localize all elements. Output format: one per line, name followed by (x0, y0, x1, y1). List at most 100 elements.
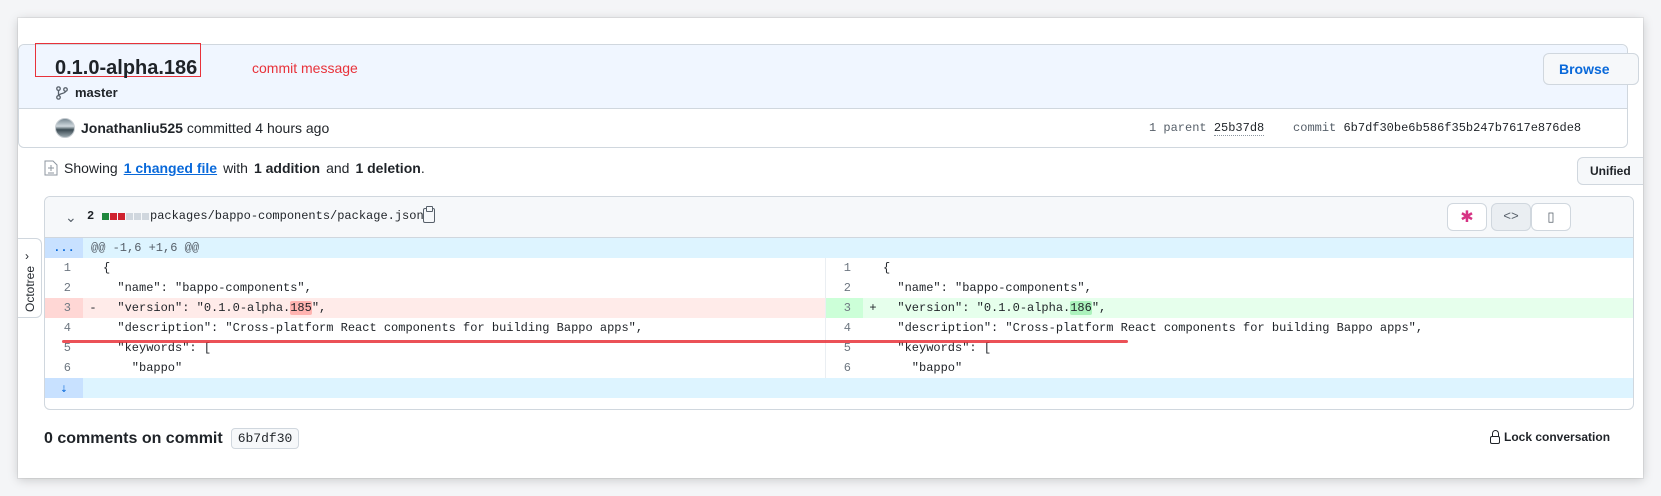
diff-summary: Showing 1 changed file with 1 addition a… (44, 160, 425, 176)
right-code-line: { (883, 261, 891, 275)
commit-meta: Jonathanliu525 committed 4 hours ago 1 p… (19, 109, 1627, 147)
code-text: "version": "0.1.0-alpha. (103, 301, 291, 315)
right-diff-sign (863, 278, 883, 298)
chevron-down-icon[interactable]: ⌄ (65, 209, 77, 226)
diff-row: 4 "description": "Cross-platform React c… (45, 318, 1633, 338)
commit-title-bar: 0.1.0-alpha.186 commit message master Br… (19, 43, 1639, 109)
left-line-number[interactable]: 6 (45, 358, 83, 378)
commit-sha-chip: 6b7df30 (230, 428, 300, 449)
file-diff: ⌄ 2 packages/bappo-components/package.js… (44, 196, 1634, 410)
diffstat-block (102, 213, 109, 220)
file-header: ⌄ 2 packages/bappo-components/package.js… (45, 197, 1633, 238)
change-count: 2 (87, 209, 95, 223)
branch-name: master (75, 85, 118, 100)
diffstat-block (126, 213, 133, 220)
right-diff-sign (863, 318, 883, 338)
left-code-line: { (103, 258, 826, 278)
left-code-line: "description": "Cross-platform React com… (103, 318, 826, 338)
left-line-number[interactable]: 4 (45, 318, 83, 338)
octotree-toggle[interactable]: › Octotree (18, 238, 42, 318)
comments-heading: 0 comments on commit 6b7df30 (44, 428, 300, 449)
right-diff-sign (863, 358, 883, 378)
lock-icon (1490, 429, 1500, 444)
showing-text: Showing (64, 160, 118, 176)
commit-header: 0.1.0-alpha.186 commit message master Br… (18, 43, 1639, 148)
right-code-line: "version": "0.1.0-alpha.186", (883, 298, 1633, 318)
parents-label: 1 parent (1149, 121, 1207, 135)
left-diff-sign (83, 318, 103, 338)
left-diff-sign (83, 258, 103, 278)
deleted-word: 185 (290, 301, 312, 315)
right-line-number[interactable]: 6 (825, 358, 863, 378)
unified-view-button[interactable]: Unified (1577, 157, 1643, 185)
right-diff-sign (863, 258, 883, 278)
browse-files-button[interactable]: Browse (1543, 53, 1639, 85)
annotation-underline (62, 340, 1128, 343)
lock-label: Lock conversation (1504, 430, 1611, 444)
period: . (420, 160, 425, 176)
code-view-button[interactable]: <> (1491, 203, 1531, 231)
octotree-label: Octotree (23, 265, 37, 312)
expand-down-row: ⇣ (45, 378, 1633, 398)
right-code-line: "bappo" (883, 361, 963, 375)
right-line-number[interactable]: 4 (825, 318, 863, 338)
expand-up-button[interactable]: ... (45, 238, 83, 258)
parent-sha-link[interactable]: 25b37d8 (1213, 121, 1265, 136)
expand-down-icon[interactable]: ⇣ (45, 378, 83, 398)
right-line-number[interactable]: 3 (825, 298, 863, 318)
code-text: ", (311, 301, 327, 315)
diff-row: 1{1{ (45, 258, 1633, 278)
right-code-line: "name": "bappo-components", (883, 281, 1092, 295)
left-code-line: "name": "bappo-components", (103, 278, 826, 298)
diff-row: 2 "name": "bappo-components", 2 "name": "… (45, 278, 1633, 298)
diff-row: 3- "version": "0.1.0-alpha.185", 3 + "vers… (45, 298, 1633, 318)
right-code-line: "description": "Cross-platform React com… (883, 321, 1424, 335)
commit-time: 4 hours ago (255, 120, 330, 136)
changed-files-link[interactable]: 1 changed file (124, 160, 217, 176)
commit-action: committed (186, 120, 252, 136)
lock-conversation-button[interactable]: Lock conversation (1490, 429, 1611, 444)
deletions-count: 1 deletion (355, 160, 421, 176)
author-line: Jonathanliu525 committed 4 hours ago (81, 120, 329, 136)
file-diff-icon (44, 160, 58, 176)
diffstat-blocks (102, 213, 149, 220)
annotation-label: commit message (252, 60, 358, 76)
left-diff-sign (83, 278, 103, 298)
diffstat-block (142, 213, 149, 220)
chevron-right-icon: › (25, 249, 29, 263)
commit-sha-info: 1 parent 25b37d8 commit 6b7df30be6b586f3… (1149, 121, 1582, 136)
hunk-header-row: ... @@ -1,6 +1,6 @@ (45, 238, 1633, 258)
added-word: 186 (1070, 301, 1092, 315)
right-line-number[interactable]: 2 (825, 278, 863, 298)
left-line-number[interactable]: 2 (45, 278, 83, 298)
and-text: and (326, 160, 350, 176)
comments-count-text: 0 comments on commit (44, 429, 223, 447)
diffstat-block (110, 213, 117, 220)
file-view-icon[interactable]: ▯ (1531, 203, 1571, 231)
diff-row: 6 "bappo" 6 "bappo" (45, 358, 1633, 378)
with-text: with (223, 160, 248, 176)
split-diff-table: ... @@ -1,6 +1,6 @@ 1{1{2 "name": "bappo… (45, 238, 1633, 398)
copy-clipboard-icon[interactable] (423, 206, 435, 223)
additions-count: 1 addition (253, 160, 321, 176)
diffstat-block (134, 213, 141, 220)
left-code-line: "bappo" (103, 358, 826, 378)
browser-viewport: 0.1.0-alpha.186 commit message master Br… (18, 18, 1643, 478)
commit-label: commit (1293, 121, 1337, 135)
right-line-number[interactable]: 1 (825, 258, 863, 278)
commit-title: 0.1.0-alpha.186 (55, 57, 198, 79)
avatar[interactable] (55, 118, 75, 138)
branch-link[interactable]: master (55, 85, 118, 100)
hunk-header: @@ -1,6 +1,6 @@ (83, 238, 1633, 258)
author-link[interactable]: Jonathanliu525 (81, 120, 183, 136)
left-line-number[interactable]: 3 (45, 298, 83, 318)
left-code-line: "version": "0.1.0-alpha.185", (103, 298, 826, 318)
file-path[interactable]: packages/bappo-components/package.json (150, 209, 424, 223)
diffstat-block (118, 213, 125, 220)
git-branch-icon (56, 85, 68, 100)
left-line-number[interactable]: 1 (45, 258, 83, 278)
commit-sha: 6b7df30be6b586f35b247b7617e876de8 (1343, 121, 1582, 135)
code-text: ", (1091, 301, 1107, 315)
sparkle-icon[interactable]: ✱ (1447, 203, 1487, 231)
code-text: "version": "0.1.0-alpha. (883, 301, 1071, 315)
